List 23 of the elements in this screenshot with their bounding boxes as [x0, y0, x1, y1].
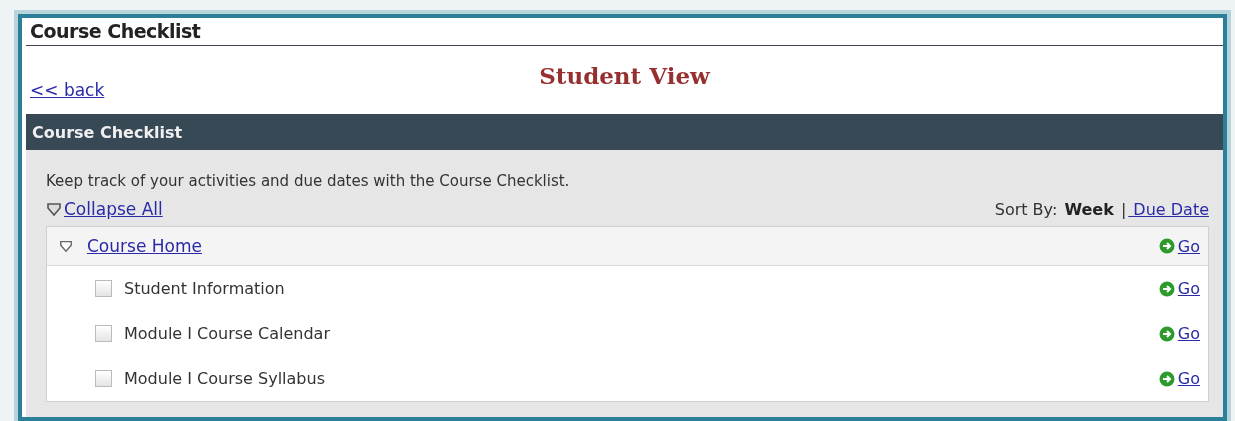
go-link[interactable]: Go: [1158, 369, 1200, 388]
go-link[interactable]: Go: [1158, 324, 1200, 343]
collapse-all-link[interactable]: Collapse All: [64, 199, 163, 219]
banner-title: Student View: [539, 61, 710, 89]
sort-option[interactable]: Due Date: [1128, 199, 1209, 219]
go-link[interactable]: Go: [1158, 236, 1200, 256]
description: Keep track of your activities and due dates with the Course Checklist.: [46, 172, 571, 190]
collapse-icon[interactable]: [59, 239, 73, 253]
back-link[interactable]: << back: [30, 80, 105, 100]
item-label: Module I Course Calendar: [124, 324, 330, 343]
separator: |: [1119, 199, 1127, 219]
group-link[interactable]: Course Home: [87, 236, 202, 256]
sort-label: Sort By:: [994, 199, 1059, 219]
sort-option[interactable]: Week: [1064, 199, 1114, 219]
checkbox[interactable]: [95, 280, 112, 297]
go-link[interactable]: Go: [1158, 279, 1200, 298]
checkbox[interactable]: [95, 370, 112, 387]
item-label: Module I Course Syllabus: [124, 369, 325, 388]
checkbox[interactable]: [95, 325, 112, 342]
panel-header: Course Checklist: [26, 114, 1223, 150]
item-label: Student Information: [124, 279, 285, 298]
collapse-icon[interactable]: [46, 201, 62, 217]
page-title: Course Checklist: [26, 18, 1223, 46]
